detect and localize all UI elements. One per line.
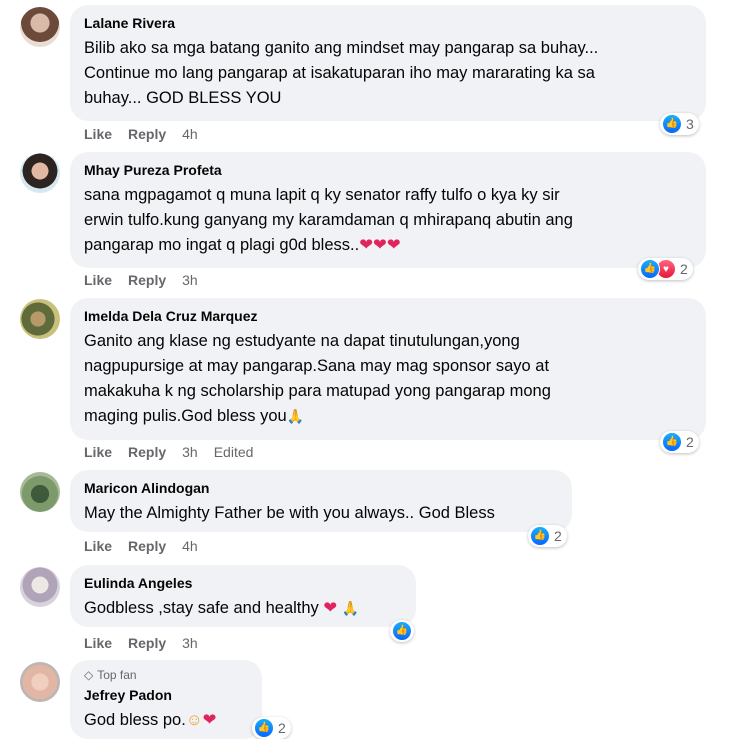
thumbs-up-icon: 👍 xyxy=(640,259,660,279)
reaction-count: 2 xyxy=(680,261,688,277)
avatar[interactable] xyxy=(20,472,60,512)
comment-bubble: Maricon Alindogan May the Almighty Fathe… xyxy=(70,470,572,532)
comment-bubble: Eulinda Angeles Godbless ,stay safe and … xyxy=(70,565,416,627)
top-fan-label: Top fan xyxy=(97,668,137,682)
thumbs-up-icon: 👍 xyxy=(254,718,274,738)
praying-hands-emoji: 🙏 xyxy=(341,600,360,616)
comment-text-body: Godbless ,stay safe and healthy xyxy=(84,599,324,617)
comment-author[interactable]: Maricon Alindogan xyxy=(84,479,558,497)
reaction-count: 2 xyxy=(278,720,286,736)
comment: Eulinda Angeles Godbless ,stay safe and … xyxy=(0,565,750,655)
comment-text: sana mgpagamot q muna lapit q ky senator… xyxy=(84,183,692,258)
comment-text-body: sana mgpagamot q muna lapit q ky senator… xyxy=(84,186,573,254)
smile-emoji: ☺ xyxy=(185,711,203,729)
comment-bubble: Imelda Dela Cruz Marquez Ganito ang klas… xyxy=(70,298,706,440)
comment-timestamp[interactable]: 3h xyxy=(182,272,198,288)
comment-author[interactable]: Mhay Pureza Profeta xyxy=(84,161,692,179)
thumbs-up-icon: 👍 xyxy=(662,432,682,452)
comment-actions: Like Reply 4h xyxy=(84,126,198,142)
comment-text: Bilib ako sa mga batang ganito ang minds… xyxy=(84,39,599,107)
heart-emoji: ❤❤❤ xyxy=(359,236,401,254)
edited-label[interactable]: Edited xyxy=(214,444,254,460)
comment: ◇ Top fan Jefrey Padon God bless po.☺❤ 👍… xyxy=(0,660,750,739)
reply-button[interactable]: Reply xyxy=(128,126,166,142)
comment-timestamp[interactable]: 4h xyxy=(182,126,198,142)
reaction-summary[interactable]: 👍 2 xyxy=(252,717,291,739)
heart-emoji: ❤ xyxy=(202,711,217,729)
comment-actions: Like Reply 3h xyxy=(84,272,198,288)
like-button[interactable]: Like xyxy=(84,444,112,460)
reaction-summary[interactable]: 👍 xyxy=(390,620,414,642)
praying-hands-emoji: 🙏 xyxy=(286,408,305,424)
reaction-summary[interactable]: 👍 2 xyxy=(528,525,567,547)
avatar[interactable] xyxy=(20,7,60,47)
like-button[interactable]: Like xyxy=(84,635,112,651)
reply-button[interactable]: Reply xyxy=(128,444,166,460)
comment-bubble: ◇ Top fan Jefrey Padon God bless po.☺❤ xyxy=(70,660,262,739)
reply-button[interactable]: Reply xyxy=(128,538,166,554)
like-button[interactable]: Like xyxy=(84,538,112,554)
avatar[interactable] xyxy=(20,299,60,339)
comment-text: God bless po.☺❤ xyxy=(84,708,248,733)
comment-text-body: Ganito ang klase ng estudyante na dapat … xyxy=(84,332,551,425)
comment-author[interactable]: Eulinda Angeles xyxy=(84,574,402,592)
comment-actions: Like Reply 3h xyxy=(84,635,198,651)
comment-text-body: God bless po. xyxy=(84,711,186,729)
reaction-count: 3 xyxy=(686,116,694,132)
avatar[interactable] xyxy=(20,567,60,607)
comment-text: Ganito ang klase ng estudyante na dapat … xyxy=(84,329,692,429)
reaction-count: 2 xyxy=(686,434,694,450)
top-fan-badge: ◇ Top fan xyxy=(84,668,248,682)
like-button[interactable]: Like xyxy=(84,126,112,142)
comment-timestamp[interactable]: 4h xyxy=(182,538,198,554)
comment: Lalane Rivera Bilib ako sa mga batang ga… xyxy=(0,5,750,147)
comment: Mhay Pureza Profeta sana mgpagamot q mun… xyxy=(0,152,750,294)
comment: Maricon Alindogan May the Almighty Fathe… xyxy=(0,470,750,560)
reaction-count: 2 xyxy=(554,528,562,544)
comment-actions: Like Reply 3h Edited xyxy=(84,444,253,460)
reply-button[interactable]: Reply xyxy=(128,635,166,651)
reaction-summary[interactable]: 👍 3 xyxy=(660,113,699,135)
comment-text: Godbless ,stay safe and healthy ❤ 🙏 xyxy=(84,596,402,621)
comment-author[interactable]: Imelda Dela Cruz Marquez xyxy=(84,307,692,325)
comment-timestamp[interactable]: 3h xyxy=(182,635,198,651)
comment-author[interactable]: Lalane Rivera xyxy=(84,14,692,32)
comment-bubble: Lalane Rivera Bilib ako sa mga batang ga… xyxy=(70,5,706,121)
comment-bubble: Mhay Pureza Profeta sana mgpagamot q mun… xyxy=(70,152,706,268)
thumbs-up-icon: 👍 xyxy=(530,526,550,546)
reply-button[interactable]: Reply xyxy=(128,272,166,288)
reaction-summary[interactable]: 👍 2 xyxy=(660,431,699,453)
diamond-icon: ◇ xyxy=(84,668,94,682)
comment-actions: Like Reply 4h xyxy=(84,538,198,554)
avatar[interactable] xyxy=(20,662,60,702)
comment-author[interactable]: Jefrey Padon xyxy=(84,686,248,704)
reaction-summary[interactable]: 👍 ♥ 2 xyxy=(638,258,693,280)
thumbs-up-icon: 👍 xyxy=(392,621,412,641)
comment-text: May the Almighty Father be with you alwa… xyxy=(84,504,495,522)
avatar[interactable] xyxy=(20,153,60,193)
comment: Imelda Dela Cruz Marquez Ganito ang klas… xyxy=(0,298,750,466)
comment-timestamp[interactable]: 3h xyxy=(182,444,198,460)
like-button[interactable]: Like xyxy=(84,272,112,288)
heart-emoji: ❤ xyxy=(323,599,338,617)
thumbs-up-icon: 👍 xyxy=(662,114,682,134)
